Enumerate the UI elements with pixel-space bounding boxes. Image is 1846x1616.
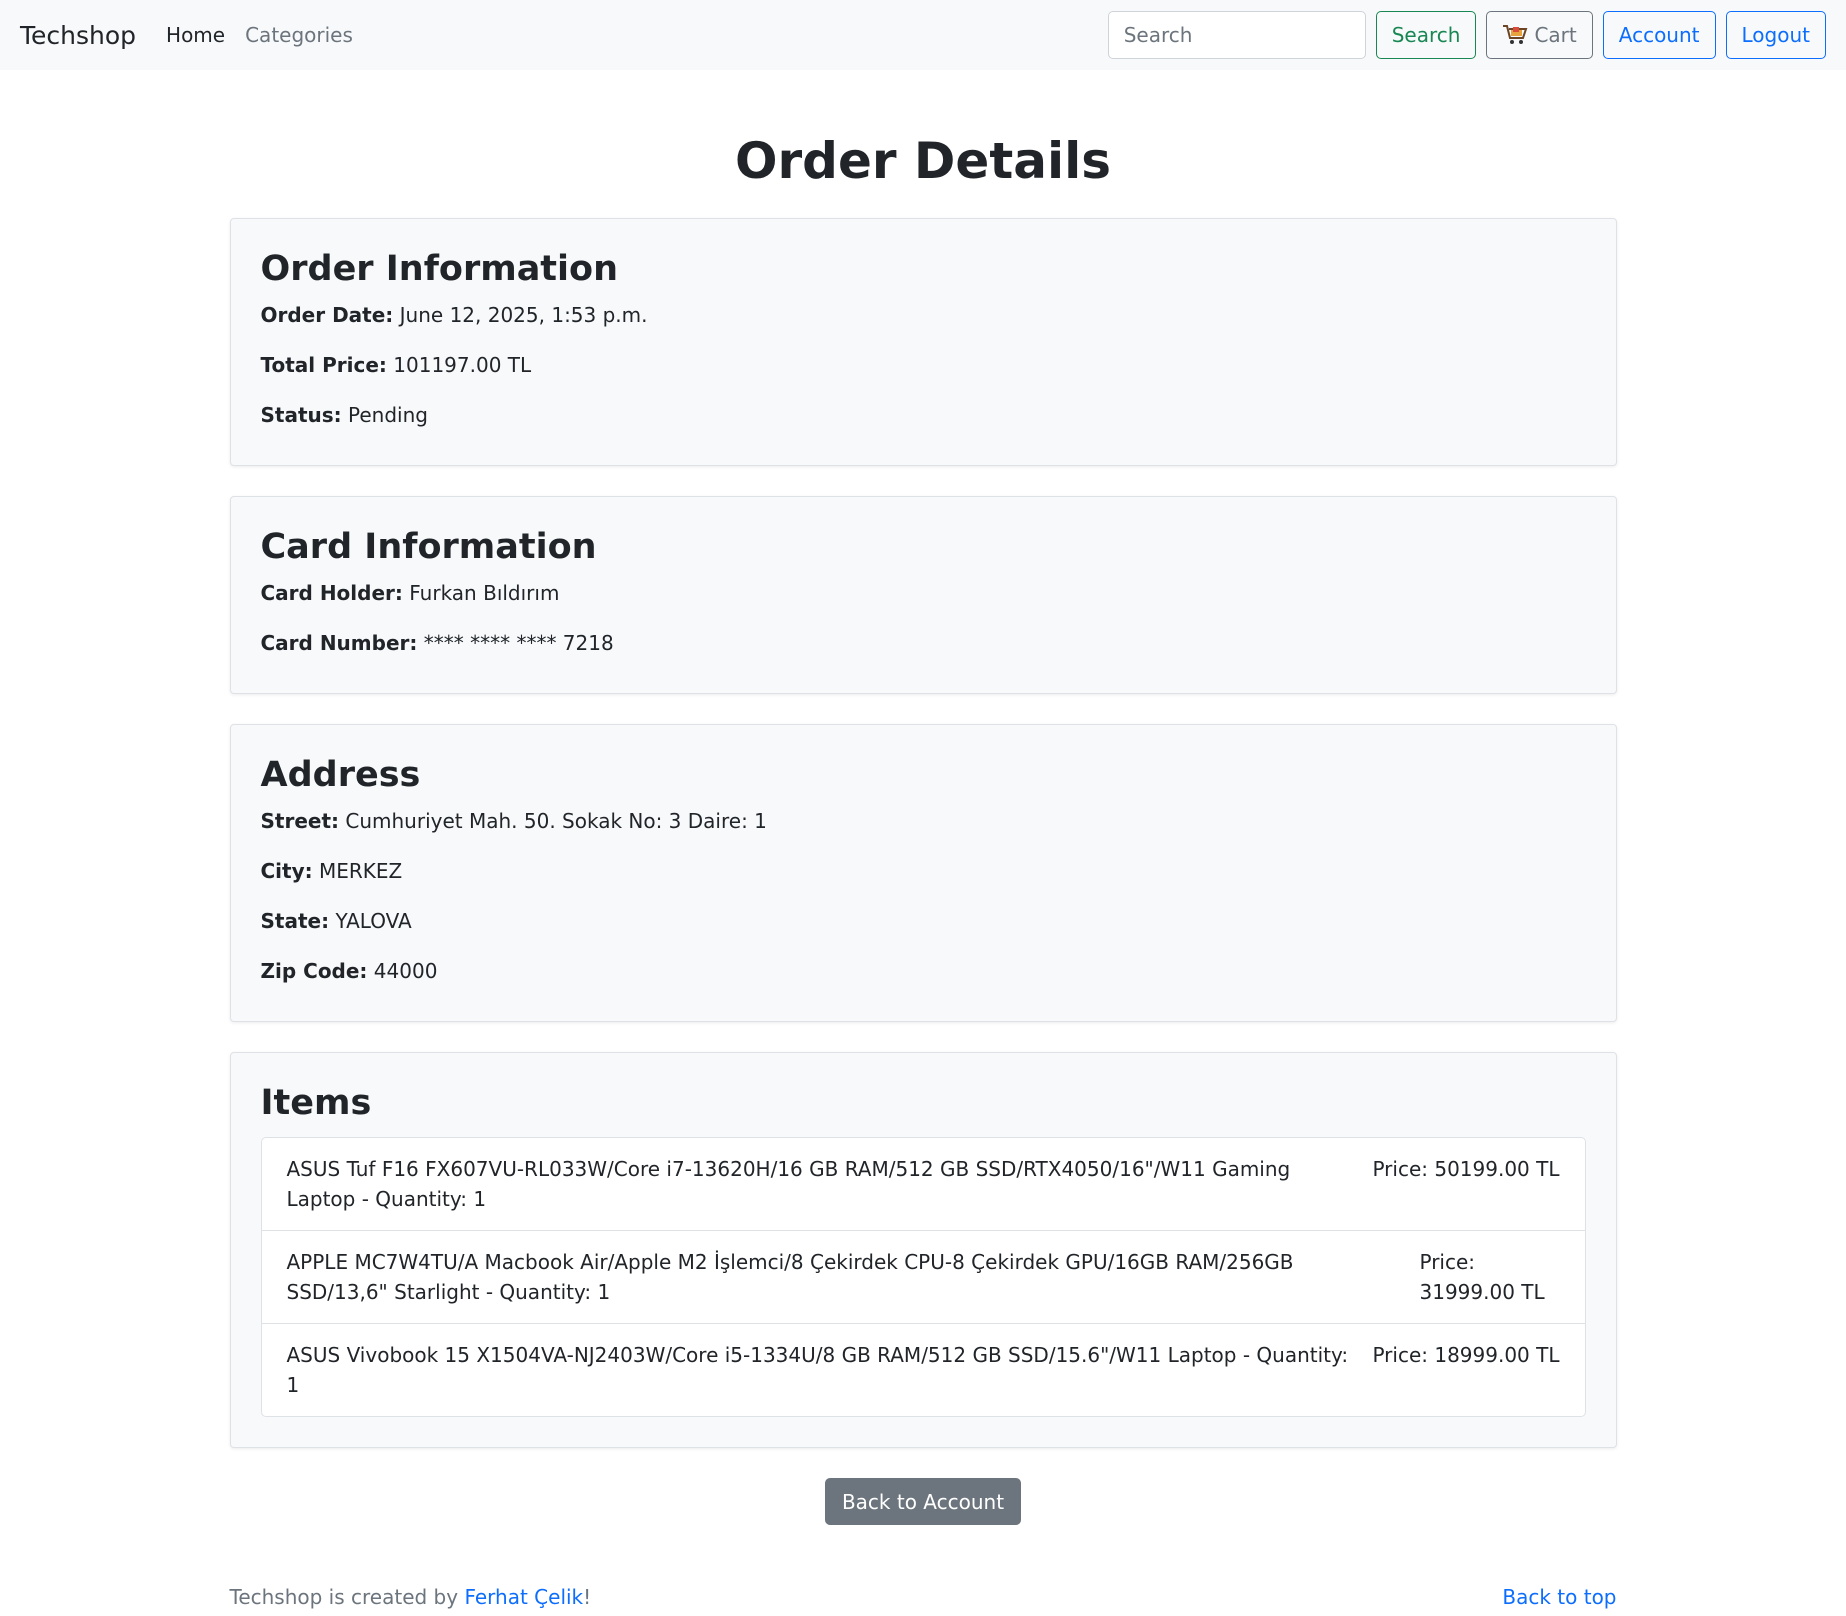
- zip-code-row: Zip Code: 44000: [261, 959, 1586, 984]
- street-label: Street:: [260, 809, 340, 833]
- order-date-value: June 12, 2025, 1:53 p.m.: [399, 303, 648, 327]
- address-card: Address Street: Cumhuriyet Mah. 50. Soka…: [229, 724, 1617, 1022]
- brand-link[interactable]: Techshop: [20, 21, 136, 50]
- search-input[interactable]: [1107, 11, 1366, 59]
- city-label: City:: [260, 859, 313, 883]
- cart-button-label: Cart: [1534, 23, 1577, 47]
- footer-credit-suffix: !: [583, 1585, 592, 1609]
- footer: Techshop is created by Ferhat Çelik! Bac…: [230, 1585, 1617, 1609]
- page-title: Order Details: [734, 132, 1112, 190]
- order-date-row: Order Date: June 12, 2025, 1:53 p.m.: [261, 303, 1586, 328]
- logout-button[interactable]: Logout: [1725, 11, 1826, 59]
- items-list: ASUS Tuf F16 FX607VU-RL033W/Core i7-1362…: [260, 1137, 1586, 1417]
- item-price: Price: 31999.00 TL: [1419, 1250, 1545, 1304]
- address-heading: Address: [260, 755, 421, 795]
- nav-link-home[interactable]: Home: [166, 23, 225, 47]
- state-row: State: YALOVA: [261, 909, 1586, 934]
- list-item: APPLE MC7W4TU/A Macbook Air/Apple M2 İşl…: [261, 1231, 1585, 1324]
- street-row: Street: Cumhuriyet Mah. 50. Sokak No: 3 …: [261, 809, 1586, 834]
- card-information-heading: Card Information: [260, 527, 597, 567]
- item-name: APPLE MC7W4TU/A Macbook Air/Apple M2 İşl…: [286, 1250, 1294, 1304]
- order-information-heading: Order Information: [260, 249, 619, 289]
- total-price-label: Total Price:: [260, 353, 387, 377]
- city-value: MERKEZ: [319, 859, 403, 883]
- item-price: Price: 18999.00 TL: [1372, 1343, 1560, 1367]
- card-number-row: Card Number: **** **** **** 7218: [261, 631, 1586, 656]
- state-label: State:: [260, 909, 330, 933]
- zip-code-label: Zip Code:: [260, 959, 368, 983]
- total-price-row: Total Price: 101197.00 TL: [261, 353, 1586, 378]
- status-row: Status: Pending: [261, 403, 1586, 428]
- main-content: Order Details Order Information Order Da…: [229, 70, 1617, 1525]
- back-to-account-button[interactable]: Back to Account: [824, 1478, 1022, 1525]
- items-heading: Items: [260, 1083, 372, 1123]
- cart-icon: [1502, 24, 1528, 46]
- order-date-label: Order Date:: [260, 303, 394, 327]
- author-link[interactable]: Ferhat Çelik: [464, 1585, 583, 1609]
- card-holder-label: Card Holder:: [260, 581, 403, 605]
- back-button-container: Back to Account: [230, 1478, 1617, 1525]
- city-row: City: MERKEZ: [261, 859, 1586, 884]
- total-price-value: 101197.00 TL: [393, 353, 532, 377]
- street-value: Cumhuriyet Mah. 50. Sokak No: 3 Daire: 1: [345, 809, 767, 833]
- footer-credit: Techshop is created by Ferhat Çelik!: [230, 1585, 592, 1609]
- card-holder-row: Card Holder: Furkan Bıldırım: [261, 581, 1586, 606]
- state-value: YALOVA: [335, 909, 412, 933]
- item-name: ASUS Vivobook 15 X1504VA-NJ2403W/Core i5…: [286, 1343, 1349, 1397]
- navbar-actions: Search Cart Account Logout: [1107, 11, 1826, 59]
- status-label: Status:: [260, 403, 342, 427]
- list-item: ASUS Tuf F16 FX607VU-RL033W/Core i7-1362…: [261, 1138, 1585, 1231]
- item-name: ASUS Tuf F16 FX607VU-RL033W/Core i7-1362…: [286, 1157, 1291, 1211]
- card-holder-value: Furkan Bıldırım: [409, 581, 560, 605]
- cart-button[interactable]: Cart: [1486, 11, 1593, 59]
- navbar: Techshop Home Categories Search Cart Acc…: [0, 0, 1846, 70]
- card-number-value: **** **** **** 7218: [423, 631, 614, 655]
- search-button[interactable]: Search: [1375, 11, 1477, 59]
- back-to-top-link[interactable]: Back to top: [1502, 1585, 1616, 1609]
- status-value: Pending: [348, 403, 428, 427]
- zip-code-value: 44000: [373, 959, 438, 983]
- item-price: Price: 50199.00 TL: [1372, 1157, 1560, 1181]
- list-item: ASUS Vivobook 15 X1504VA-NJ2403W/Core i5…: [262, 1324, 1585, 1416]
- nav-link-categories[interactable]: Categories: [245, 23, 353, 47]
- items-card: Items ASUS Tuf F16 FX607VU-RL033W/Core i…: [229, 1052, 1617, 1448]
- footer-credit-prefix: Techshop is created by: [229, 1585, 465, 1609]
- account-button[interactable]: Account: [1602, 11, 1716, 59]
- order-information-card: Order Information Order Date: June 12, 2…: [229, 218, 1617, 466]
- card-number-label: Card Number:: [260, 631, 418, 655]
- card-information-card: Card Information Card Holder: Furkan Bıl…: [229, 496, 1617, 694]
